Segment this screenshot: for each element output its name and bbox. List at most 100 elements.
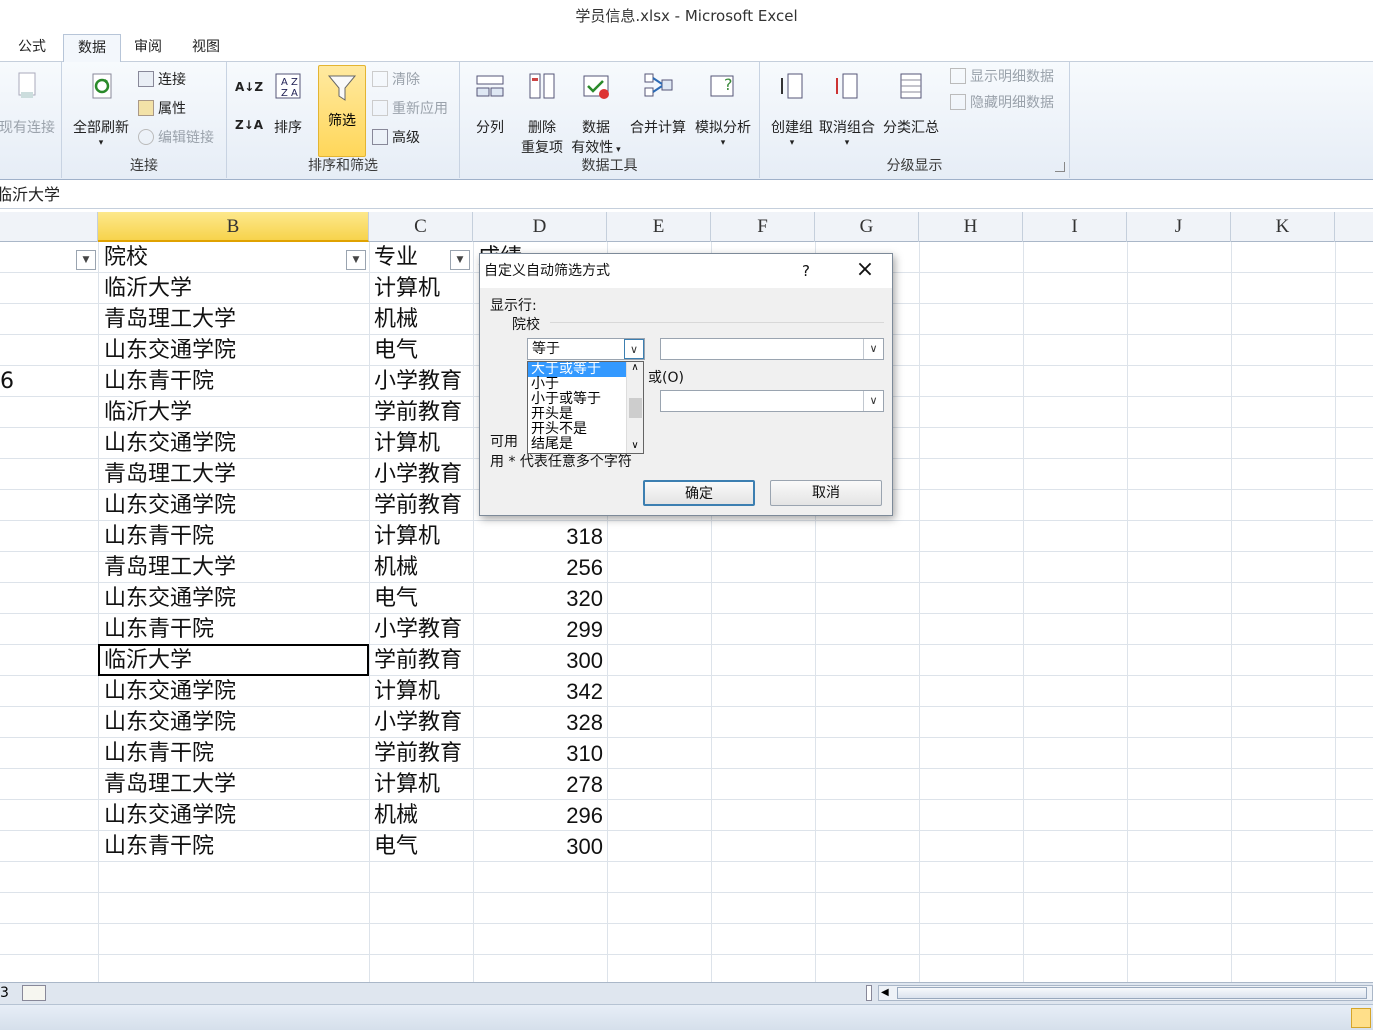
cell-major[interactable]: 机械 xyxy=(374,800,418,831)
cell-score[interactable]: 278 xyxy=(473,769,603,800)
clear-button[interactable]: 清除 xyxy=(372,69,420,91)
value1-input[interactable]: ∨ xyxy=(660,338,884,360)
column-header-d[interactable]: D xyxy=(473,212,607,242)
cell-major[interactable]: 计算机 xyxy=(374,428,440,459)
active-cell[interactable] xyxy=(98,644,369,676)
scrollbar-thumb[interactable] xyxy=(897,987,1367,999)
sort-desc-button[interactable]: Z↓A xyxy=(235,114,263,136)
cell-school[interactable]: 山东青干院 xyxy=(104,738,214,769)
column-header-f[interactable]: F xyxy=(711,212,815,242)
cell-major[interactable]: 机械 xyxy=(374,304,418,335)
tab-formulas[interactable]: 公式 xyxy=(4,34,60,62)
header-cell-school[interactable]: 院校 xyxy=(104,242,148,273)
cell-school[interactable]: 临沂大学 xyxy=(104,397,192,428)
connections-button[interactable]: 连接 xyxy=(138,69,186,91)
sheet-tab-partial[interactable]: 3 xyxy=(0,983,9,1003)
filter-dropdown-major[interactable]: ▼ xyxy=(450,250,470,270)
cell-score[interactable]: 328 xyxy=(473,707,603,738)
or-radio[interactable]: 或(O) xyxy=(648,367,684,387)
cell-major[interactable]: 电气 xyxy=(374,335,418,366)
cell-major[interactable]: 机械 xyxy=(374,552,418,583)
column-header-k[interactable]: K xyxy=(1231,212,1335,242)
cell-major[interactable]: 学前教育 xyxy=(374,645,462,676)
column-header-b[interactable]: B xyxy=(98,212,369,242)
normal-view-icon[interactable] xyxy=(1351,1008,1371,1028)
properties-button[interactable]: 属性 xyxy=(138,98,186,120)
partial-cell-a[interactable]: 6 xyxy=(0,366,14,397)
cell-school[interactable]: 山东交通学院 xyxy=(104,800,236,831)
cell-major[interactable]: 学前教育 xyxy=(374,397,462,428)
cell-major[interactable]: 电气 xyxy=(374,583,418,614)
operator-dropdown-list[interactable]: 大于或等于 小于 小于或等于 开头是 开头不是 结尾是 ∧ ∨ xyxy=(527,361,644,454)
dropdown-scroll-thumb[interactable] xyxy=(629,398,642,418)
tab-review[interactable]: 审阅 xyxy=(120,34,176,62)
header-cell-major[interactable]: 专业 xyxy=(374,242,418,273)
show-detail-button[interactable]: 显示明细数据 xyxy=(950,66,1054,88)
dialog-launcher-icon[interactable] xyxy=(1055,162,1065,172)
column-header-a[interactable] xyxy=(0,212,98,242)
subtotal-button[interactable]: 分类汇总 xyxy=(880,62,942,138)
cell-major[interactable]: 学前教育 xyxy=(374,490,462,521)
cell-major[interactable]: 计算机 xyxy=(374,676,440,707)
cell-major[interactable]: 小学教育 xyxy=(374,614,462,645)
dropdown-scrollbar[interactable]: ∧ ∨ xyxy=(626,362,643,453)
consolidate-button[interactable]: 合并计算 xyxy=(626,62,690,138)
cell-school[interactable]: 山东交通学院 xyxy=(104,428,236,459)
existing-connections-button[interactable]: 现有连接 xyxy=(0,62,62,138)
filter-dropdown-school[interactable]: ▼ xyxy=(346,250,366,270)
group-button[interactable]: 创建组 ▾ xyxy=(764,62,820,148)
chevron-down-icon[interactable]: ∨ xyxy=(627,440,643,451)
column-header-c[interactable]: C xyxy=(369,212,473,242)
cell-school[interactable]: 青岛理工大学 xyxy=(104,769,236,800)
what-if-analysis-button[interactable]: ? 模拟分析 ▾ xyxy=(690,62,756,148)
cell-school[interactable]: 山东青干院 xyxy=(104,521,214,552)
reapply-button[interactable]: 重新应用 xyxy=(372,98,448,120)
cell-score[interactable]: 310 xyxy=(473,738,603,769)
column-header-h[interactable]: H xyxy=(919,212,1023,242)
ungroup-button[interactable]: 取消组合 ▾ xyxy=(816,62,878,148)
cell-major[interactable]: 小学教育 xyxy=(374,459,462,490)
cell-score[interactable]: 256 xyxy=(473,552,603,583)
cell-school[interactable]: 青岛理工大学 xyxy=(104,552,236,583)
remove-duplicates-button[interactable]: 删除 重复项 xyxy=(516,62,568,158)
scroll-left-icon[interactable]: ◀ xyxy=(881,986,889,1000)
cell-score[interactable]: 342 xyxy=(473,676,603,707)
formula-bar[interactable]: 临沂大学 xyxy=(0,183,1373,209)
sort-button[interactable]: A ZZ A 排序 xyxy=(263,62,313,138)
column-header-g[interactable]: G xyxy=(815,212,919,242)
cell-score[interactable]: 318 xyxy=(473,521,603,552)
cell-major[interactable]: 学前教育 xyxy=(374,738,462,769)
column-header-j[interactable]: J xyxy=(1127,212,1231,242)
cell-school[interactable]: 山东青干院 xyxy=(104,366,214,397)
hide-detail-button[interactable]: 隐藏明细数据 xyxy=(950,92,1054,114)
tab-split-handle[interactable] xyxy=(866,985,872,1001)
filter-dropdown-a[interactable]: ▼ xyxy=(76,250,96,270)
cell-score[interactable]: 320 xyxy=(473,583,603,614)
value2-input[interactable]: ∨ xyxy=(660,390,884,412)
cell-major[interactable]: 电气 xyxy=(374,831,418,862)
cell-major[interactable]: 小学教育 xyxy=(374,707,462,738)
data-validation-button[interactable]: 数据 有效性 ▾ xyxy=(568,62,624,160)
close-button[interactable]: × xyxy=(854,259,876,282)
cell-school[interactable]: 临沂大学 xyxy=(104,273,192,304)
edit-links-button[interactable]: 编辑链接 xyxy=(138,127,214,149)
cell-school[interactable]: 青岛理工大学 xyxy=(104,304,236,335)
cell-score[interactable]: 299 xyxy=(473,614,603,645)
advanced-button[interactable]: 高级 xyxy=(372,127,420,149)
cell-school[interactable]: 山东交通学院 xyxy=(104,490,236,521)
cell-major[interactable]: 小学教育 xyxy=(374,366,462,397)
cell-major[interactable]: 计算机 xyxy=(374,521,440,552)
refresh-all-button[interactable]: 全部刷新 ▾ xyxy=(66,62,136,148)
cell-school[interactable]: 山东青干院 xyxy=(104,831,214,862)
chevron-up-icon[interactable]: ∧ xyxy=(627,362,643,373)
cell-major[interactable]: 计算机 xyxy=(374,273,440,304)
cell-school[interactable]: 山东交通学院 xyxy=(104,335,236,366)
cell-school[interactable]: 山东交通学院 xyxy=(104,707,236,738)
filter-button[interactable]: 筛选 xyxy=(318,65,366,157)
cell-major[interactable]: 计算机 xyxy=(374,769,440,800)
cell-school[interactable]: 山东交通学院 xyxy=(104,583,236,614)
sort-asc-button[interactable]: A↓Z xyxy=(235,76,263,98)
cell-score[interactable]: 300 xyxy=(473,645,603,676)
cancel-button[interactable]: 取消 xyxy=(770,480,882,506)
cell-school[interactable]: 山东交通学院 xyxy=(104,676,236,707)
